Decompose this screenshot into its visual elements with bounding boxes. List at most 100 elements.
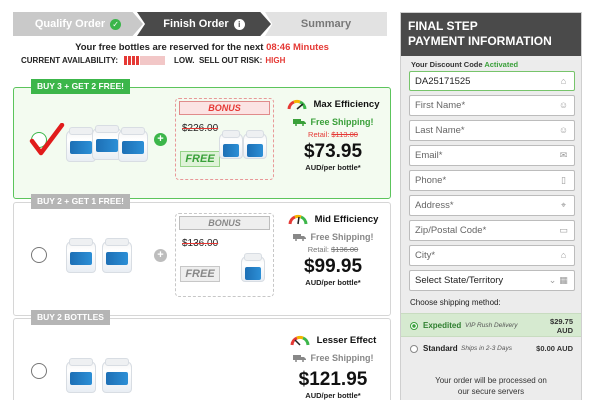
gauge-icon — [290, 335, 310, 346]
bonus-label: BONUS — [179, 101, 270, 115]
offer-ribbon: BUY 3 + GET 2 FREE! — [31, 79, 130, 94]
shipping-radio[interactable] — [410, 322, 418, 330]
reserve-notice: Your free bottles are reserved for the n… — [13, 42, 391, 53]
shipping-option-expedited[interactable]: Expedited VIP Rush Delivery $29.75 AUD — [401, 313, 581, 337]
city-field[interactable]: City* ⌂ — [409, 245, 575, 266]
zip-card-icon: ▭ — [559, 225, 568, 235]
retail-price: Retail: $136.00 — [307, 245, 359, 254]
product-bottles-image — [66, 349, 136, 395]
truck-icon — [292, 234, 306, 241]
offer-price-area: Mid Efficiency Free Shipping! Retail: $1… — [276, 214, 390, 287]
risk-label: SELL OUT RISK: — [198, 56, 263, 65]
bonus-box: BONUS $226.00 FREE — [175, 98, 274, 180]
shipping-cost: $29.75 AUD — [550, 317, 573, 335]
zip-field[interactable]: Zip/Postal Code* ▭ — [409, 220, 575, 241]
step-label: Finish Order — [163, 18, 229, 30]
offer-card-buy2[interactable]: BUY 2 BOTTLES Lesser Effect Free Shippin… — [13, 310, 391, 400]
offer-ribbon: BUY 2 BOTTLES — [31, 310, 110, 325]
discount-code-value: DA25171525 — [415, 76, 471, 87]
email-field[interactable]: Email* ✉ — [409, 145, 575, 166]
user-icon: ☺ — [558, 100, 569, 110]
per-bottle-label: AUD/per bottle* — [305, 278, 361, 287]
countdown-timer: 08:46 Minutes — [266, 42, 329, 53]
availability-level: LOW. — [174, 56, 195, 65]
chevron-down-icon: ⌄ — [548, 275, 557, 285]
envelope-icon: ✉ — [559, 150, 568, 160]
last-name-field[interactable]: Last Name* ☺ — [409, 120, 575, 141]
retail-price: Retail: $113.00 — [308, 130, 358, 139]
plus-icon: + — [154, 133, 167, 146]
discount-code-field[interactable]: DA25171525 ⌂ — [409, 71, 575, 91]
bonus-old-price: $226.00 — [182, 123, 219, 134]
truck-icon — [292, 119, 306, 126]
shipping-radio[interactable] — [410, 345, 418, 353]
secure-servers-note: Your order will be processed on our secu… — [435, 376, 547, 396]
bonus-free-badge: FREE — [180, 266, 220, 282]
per-bottle-label: AUD/per bottle* — [305, 391, 361, 400]
offer-price: $99.95 — [303, 256, 363, 277]
offer-radio[interactable] — [31, 363, 47, 379]
product-bottles-image — [66, 118, 148, 164]
discount-status: Activated — [484, 60, 519, 69]
discount-label: Your Discount Code Activated — [411, 60, 519, 69]
shipping-option-standard[interactable]: Standard Ships in 2-3 Days $0.00 AUD — [401, 337, 581, 361]
offer-price: $121.95 — [298, 369, 368, 390]
per-bottle-label: AUD/per bottle* — [305, 163, 361, 172]
efficiency-label: Lesser Effect — [276, 335, 390, 346]
phone-field[interactable]: Phone* ▯ — [409, 170, 575, 191]
shipping-method-label: Choose shipping method: — [410, 298, 501, 307]
first-name-field[interactable]: First Name* ☺ — [409, 95, 575, 116]
progress-steps: Qualify Order ✓ Finish Order i Summary — [13, 12, 391, 36]
offer-price-area: Max Efficiency Free Shipping! Retail: $1… — [276, 99, 390, 172]
payment-panel: FINAL STEP PAYMENT INFORMATION Your Disc… — [400, 12, 582, 400]
checkout-page: Qualify Order ✓ Finish Order i Summary Y… — [0, 0, 600, 400]
step-qualify-order: Qualify Order ✓ — [13, 12, 143, 36]
payment-title-line2: PAYMENT INFORMATION — [408, 34, 552, 48]
bonus-box: BONUS $136.00 FREE — [175, 213, 274, 297]
city-icon: ⌂ — [560, 250, 567, 260]
product-bottles-image — [66, 229, 136, 275]
gauge-icon — [288, 214, 308, 225]
bonus-label: BONUS — [179, 216, 270, 230]
offer-price-area: Lesser Effect Free Shipping! $121.95 AUD… — [276, 335, 390, 400]
step-label: Summary — [300, 18, 352, 30]
checkmark-icon — [29, 123, 65, 156]
efficiency-label: Max Efficiency — [276, 99, 390, 110]
map-icon: ▦ — [559, 275, 568, 285]
phone-icon: ▯ — [561, 175, 566, 185]
step-summary: Summary — [265, 12, 387, 36]
payment-title-line1: FINAL STEP — [408, 19, 478, 33]
free-shipping: Free Shipping! — [276, 232, 390, 242]
free-shipping: Free Shipping! — [276, 117, 390, 127]
step-finish-order: Finish Order i — [137, 12, 271, 36]
user-icon: ☺ — [558, 125, 569, 135]
reserve-text: Your free bottles are reserved for the n… — [75, 42, 264, 53]
availability-meter — [124, 56, 166, 65]
bonus-bottles-image — [239, 252, 269, 282]
truck-icon — [292, 355, 306, 362]
availability-bar: CURRENT AVAILABILITY: LOW. SELL OUT RISK… — [13, 56, 391, 65]
availability-label: CURRENT AVAILABILITY: — [21, 56, 119, 65]
map-pin-icon: ⌖ — [560, 200, 567, 210]
risk-value: HIGH — [265, 56, 286, 65]
offer-ribbon: BUY 2 + GET 1 FREE! — [31, 194, 130, 209]
bonus-free-badge: FREE — [180, 151, 220, 167]
offer-price: $73.95 — [303, 141, 363, 162]
bonus-bottles-image — [219, 129, 269, 159]
free-shipping: Free Shipping! — [276, 353, 390, 363]
state-select[interactable]: Select State/Territory ⌄ ▦ — [409, 270, 575, 291]
check-icon: ✓ — [110, 18, 122, 30]
plus-icon: + — [154, 249, 167, 262]
offer-radio[interactable] — [31, 247, 47, 263]
tag-icon: ⌂ — [560, 76, 567, 86]
offer-card-buy2-get1[interactable]: BUY 2 + GET 1 FREE! + BONUS $136.00 FREE — [13, 194, 391, 316]
gauge-icon — [287, 99, 306, 110]
info-icon: i — [233, 18, 245, 30]
shipping-cost: $0.00 AUD — [536, 344, 573, 353]
address-field[interactable]: Address* ⌖ — [409, 195, 575, 216]
bonus-old-price: $136.00 — [182, 238, 219, 249]
offer-card-buy3-get2[interactable]: BUY 3 + GET 2 FREE! + BONUS $226.00 FREE — [13, 79, 391, 199]
offers-column: Qualify Order ✓ Finish Order i Summary Y… — [13, 12, 391, 400]
payment-header: FINAL STEP PAYMENT INFORMATION — [401, 13, 581, 56]
efficiency-label: Mid Efficiency — [276, 214, 390, 225]
